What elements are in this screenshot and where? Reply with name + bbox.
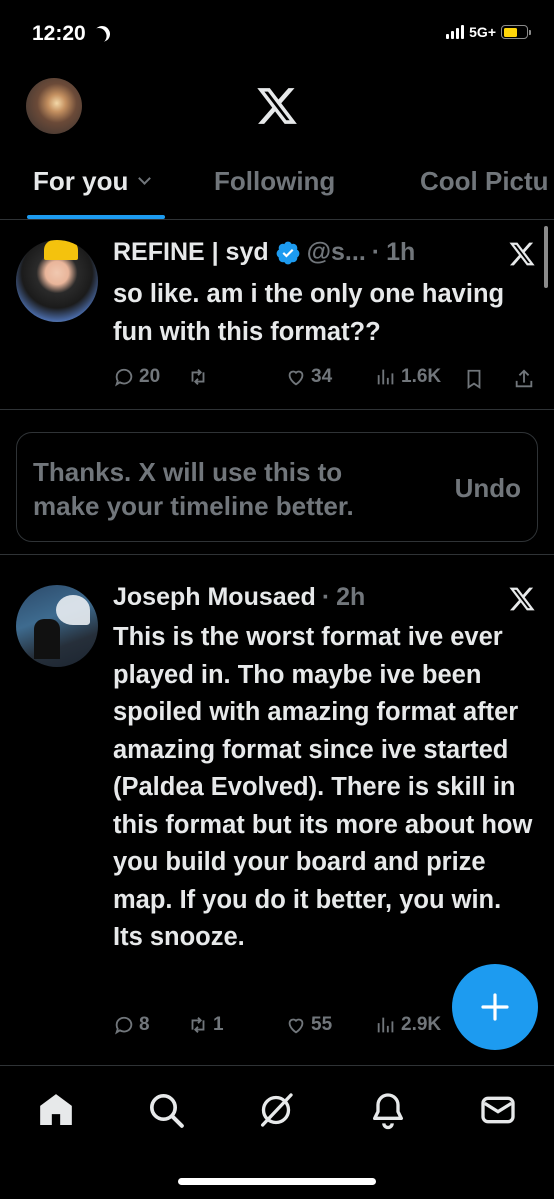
active-tab-indicator: [27, 215, 165, 219]
tab-cool-pictures[interactable]: Cool Pictu: [420, 166, 549, 197]
like-button[interactable]: 55: [285, 1014, 332, 1036]
home-indicator: [178, 1178, 376, 1185]
heart-icon: [288, 1018, 304, 1034]
repost-button[interactable]: 1: [187, 1014, 224, 1036]
author-name[interactable]: REFINE | syd: [113, 238, 269, 267]
post-avatar[interactable]: [16, 240, 98, 322]
reply-count: 8: [139, 1014, 150, 1035]
network-type: 5G+: [469, 24, 496, 40]
view-count: 2.9K: [401, 1014, 442, 1035]
share-icon[interactable]: [513, 368, 535, 390]
separator-dot: ·: [321, 583, 331, 611]
tab-for-you[interactable]: For you: [33, 166, 152, 197]
post-avatar[interactable]: [16, 585, 98, 667]
reply-icon: [115, 1016, 133, 1035]
compose-button[interactable]: [452, 964, 538, 1050]
like-count: 34: [311, 366, 333, 387]
like-button[interactable]: 34: [285, 366, 332, 388]
battery-icon: [501, 25, 531, 39]
messages-icon[interactable]: [478, 1090, 518, 1130]
reply-button[interactable]: 20: [113, 366, 160, 388]
author-handle[interactable]: @s...: [307, 238, 366, 267]
view-count: 1.6K: [401, 366, 442, 387]
post-text: so like. am i the only one having fun wi…: [113, 280, 505, 346]
x-mark-icon[interactable]: [508, 240, 536, 268]
chevron-down-icon[interactable]: [138, 172, 152, 185]
timeline-tabs: For you Following Cool Pictu: [0, 160, 554, 220]
compose-plus-icon: [481, 993, 509, 1021]
separator-dot: ·: [371, 238, 381, 266]
reply-count: 20: [139, 366, 161, 387]
feedback-card: Thanks. X will use this to make your tim…: [16, 432, 538, 542]
reply-button[interactable]: 8: [113, 1014, 150, 1036]
bookmark-icon[interactable]: [463, 368, 485, 390]
verified-badge-icon: [276, 241, 300, 264]
profile-avatar[interactable]: [26, 78, 82, 134]
x-logo-icon[interactable]: [254, 84, 300, 128]
reply-icon: [115, 368, 133, 387]
post[interactable]: REFINE | syd @s... · 1h so like. am i th…: [0, 220, 554, 410]
home-icon[interactable]: [36, 1090, 76, 1130]
x-mark-icon[interactable]: [508, 585, 536, 613]
tab-following[interactable]: Following: [214, 166, 335, 197]
tab-for-you-label: For you: [33, 166, 129, 196]
views-chart-icon: [377, 1017, 394, 1033]
clock-text: 12:20: [32, 22, 86, 45]
views-button[interactable]: 1.6K: [375, 366, 441, 388]
bottom-navigation: [0, 1065, 554, 1199]
post-header: Joseph Mousaed · 2h: [113, 583, 365, 612]
undo-button[interactable]: Undo: [455, 473, 521, 504]
author-name[interactable]: Joseph Mousaed: [113, 583, 316, 612]
repost-icon: [191, 1017, 205, 1033]
feedback-message: Thanks. X will use this to make your tim…: [33, 457, 354, 521]
repost-button[interactable]: [187, 366, 213, 388]
signal-strength-icon: [446, 25, 465, 39]
post-time[interactable]: 2h: [336, 583, 365, 612]
status-time: 12:20: [32, 22, 110, 46]
grok-icon[interactable]: [256, 1090, 296, 1130]
post-text: This is the worst format ive ever played…: [113, 623, 533, 951]
post-header: REFINE | syd @s... · 1h: [113, 238, 415, 267]
search-icon[interactable]: [146, 1090, 186, 1130]
repost-count: 1: [213, 1014, 224, 1035]
repost-icon: [191, 369, 205, 385]
notifications-icon[interactable]: [368, 1090, 408, 1130]
status-indicators: 5G+: [446, 24, 531, 40]
views-chart-icon: [377, 369, 394, 385]
heart-icon: [288, 370, 304, 386]
post-actions: 20 34 1.6K: [113, 366, 538, 394]
post-time[interactable]: 1h: [386, 238, 415, 267]
views-button[interactable]: 2.9K: [375, 1014, 441, 1036]
status-bar: 12:20 5G+: [0, 0, 554, 70]
like-count: 55: [311, 1014, 333, 1035]
focus-moon-icon: [91, 23, 113, 45]
